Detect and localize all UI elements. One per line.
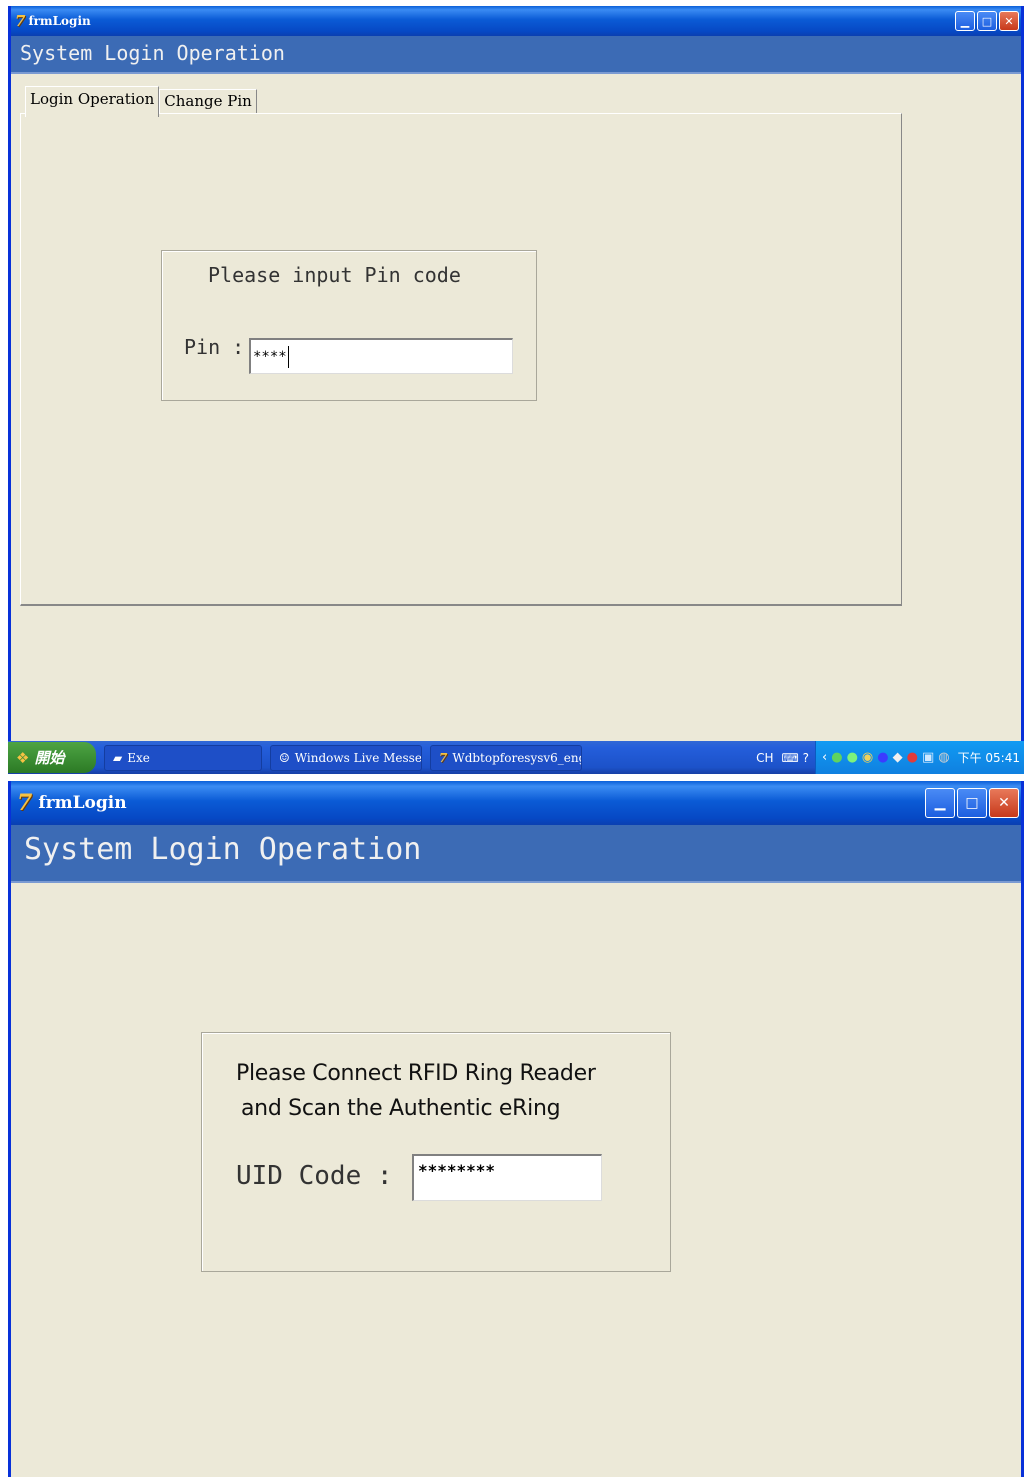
uid-value: ********: [418, 1161, 496, 1180]
folder-icon: ▰: [113, 750, 123, 765]
login-tab-panel: Please input Pin code Pin : ****: [20, 113, 902, 606]
maximize-icon: □: [965, 795, 979, 811]
uid-label: UID Code :: [236, 1161, 393, 1191]
window-controls: ▁ □ ✕: [923, 781, 1019, 818]
login-window-pin: 7 frmLogin ▁ □ ✕ System Login Operation …: [8, 6, 1024, 741]
tab-login-operation[interactable]: Login Operation: [25, 86, 160, 117]
app-icon: 7: [17, 790, 33, 816]
title-bar[interactable]: 7 frmLogin ▁ □ ✕: [11, 6, 1021, 36]
page-header: System Login Operation: [11, 36, 1021, 74]
clock[interactable]: 下午 05:41: [958, 749, 1020, 766]
app-icon: 7: [15, 12, 26, 30]
expand-tray-icon[interactable]: ‹: [822, 750, 827, 765]
title-bar[interactable]: 7 frmLogin ▁ □ ✕: [11, 781, 1021, 825]
maximize-button[interactable]: □: [977, 11, 997, 31]
pin-input[interactable]: ****: [249, 338, 513, 374]
minimize-icon: ▁: [960, 14, 970, 28]
taskbar-item-label: Windows Live Messen...: [294, 750, 422, 765]
start-label: 開始: [34, 749, 65, 767]
keyboard-icon[interactable]: ⌨ ?: [782, 751, 810, 765]
pin-label: Pin :: [184, 335, 245, 359]
window-controls: ▁ □ ✕: [953, 6, 1019, 31]
speaker-icon[interactable]: ◉: [862, 750, 873, 765]
rfid-prompt-line1: Please Connect RFID Ring Reader: [236, 1061, 596, 1086]
start-button[interactable]: ❖ 開始: [8, 742, 96, 773]
notification-area: ‹ ● ● ◉ ● ◆ ● ▣ ◍ 下午 05:41: [815, 741, 1024, 774]
close-icon: ✕: [1004, 14, 1014, 28]
uid-input[interactable]: ********: [412, 1154, 602, 1201]
pin-groupbox: Please input Pin code Pin : ****: [161, 250, 537, 401]
messenger-tray-icon[interactable]: ●: [847, 750, 858, 765]
minimize-button[interactable]: ▁: [955, 11, 975, 31]
taskbar: ❖ 開始 ▰ Exe ☺ Windows Live Messen... 7 Wd…: [8, 741, 1024, 774]
pin-value: ****: [253, 349, 287, 365]
maximize-button[interactable]: □: [957, 788, 987, 818]
minimize-button[interactable]: ▁: [925, 788, 955, 818]
text-caret: [287, 346, 289, 368]
page-title: System Login Operation: [20, 41, 285, 65]
help-icon[interactable]: ◍: [938, 750, 949, 765]
taskbar-item-label: Exe: [127, 750, 150, 765]
page-header: System Login Operation: [11, 825, 1021, 883]
windows-flag-icon: ❖: [16, 748, 30, 767]
maximize-icon: □: [981, 14, 993, 28]
rfid-groupbox: Please Connect RFID Ring Reader and Scan…: [201, 1032, 671, 1272]
taskbar-item-wdbtop[interactable]: 7 Wdbtopforesysv6_eng: [430, 744, 582, 771]
minimize-icon: ▁: [934, 795, 946, 811]
taskbar-item-messenger[interactable]: ☺ Windows Live Messen...: [270, 744, 422, 771]
rfid-prompt-line2: and Scan the Authentic eRing: [241, 1096, 561, 1121]
bluetooth-icon[interactable]: ●: [877, 750, 888, 765]
app-icon: 7: [439, 750, 448, 765]
close-button[interactable]: ✕: [989, 788, 1019, 818]
window-title: frmLogin: [38, 793, 127, 813]
window-title: frmLogin: [28, 14, 91, 28]
taskbar-item-label: Wdbtopforesysv6_eng: [452, 750, 582, 765]
messenger-icon: ☺: [279, 750, 290, 765]
close-icon: ✕: [998, 795, 1010, 811]
page-title: System Login Operation: [24, 832, 422, 867]
security-icon[interactable]: ◆: [893, 750, 903, 765]
ime-indicator[interactable]: CH: [756, 751, 773, 765]
login-window-rfid: 7 frmLogin ▁ □ ✕ System Login Operation …: [8, 781, 1024, 1477]
network-icon[interactable]: ●: [831, 750, 842, 765]
close-button[interactable]: ✕: [999, 11, 1019, 31]
monitor-icon[interactable]: ▣: [922, 750, 934, 765]
pin-prompt: Please input Pin code: [208, 263, 461, 287]
taskbar-item-exe[interactable]: ▰ Exe: [104, 744, 262, 771]
antivirus-icon[interactable]: ●: [907, 750, 918, 765]
tab-change-pin[interactable]: Change Pin: [159, 89, 257, 114]
system-tray: CH ⌨ ? ‹ ● ● ◉ ● ◆ ● ▣ ◍ 下午 05:41: [756, 741, 1024, 774]
